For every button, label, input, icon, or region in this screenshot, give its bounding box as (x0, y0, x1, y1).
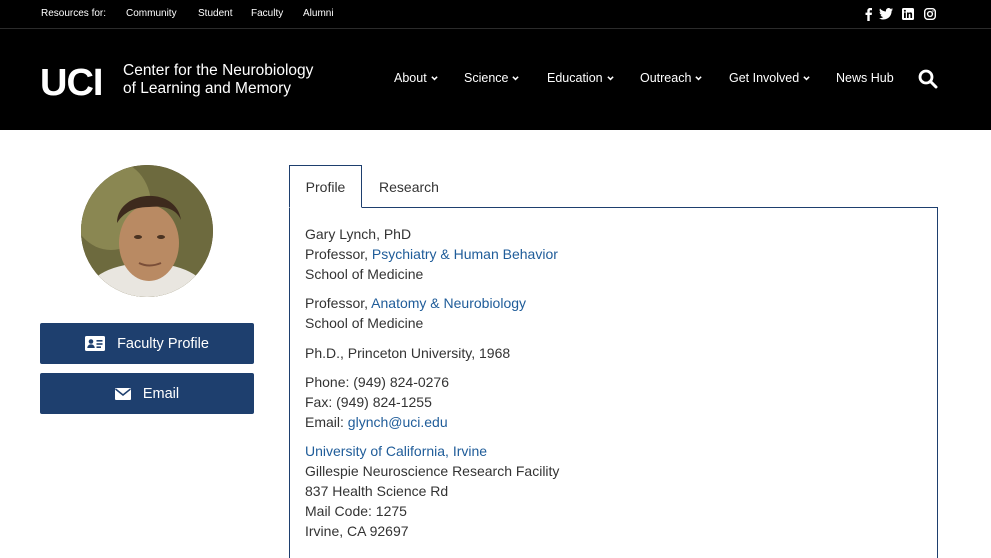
phone: Phone: (949) 824-0276 (305, 374, 449, 390)
faculty-name: Gary Lynch, PhD (305, 226, 412, 242)
site-title-line1: Center for the Neurobiology (123, 62, 314, 79)
facebook-icon[interactable] (861, 7, 875, 21)
envelope-icon (114, 387, 131, 400)
tab-profile[interactable]: Profile (289, 165, 362, 208)
instagram-icon[interactable] (923, 7, 937, 21)
university-line: University of California, Irvine (305, 443, 487, 459)
main-header: UCI Center for the Neurobiology of Learn… (0, 29, 991, 130)
chevron-down-icon (803, 75, 810, 80)
nav-outreach[interactable]: Outreach (640, 71, 703, 85)
email-link[interactable]: glynch@uci.edu (348, 414, 448, 430)
profile-photo (81, 165, 213, 297)
nav-science-label: Science (464, 71, 509, 85)
school-of-medicine-2: School of Medicine (305, 315, 424, 331)
chevron-down-icon (695, 75, 703, 80)
nav-outreach-label: Outreach (640, 71, 692, 85)
nav-about[interactable]: About (394, 71, 438, 85)
community-link[interactable]: Community (126, 8, 177, 19)
nav-get-involved-label: Get Involved (729, 71, 800, 85)
nav-get-involved[interactable]: Get Involved (729, 71, 810, 85)
degree: Ph.D., Princeton University, 1968 (305, 345, 511, 361)
nav-news-hub-label: News Hub (836, 71, 894, 85)
resources-label: Resources for: (41, 8, 107, 19)
id-card-icon (85, 336, 106, 351)
street-address: 837 Health Science Rd (305, 483, 449, 499)
nav-news-hub[interactable]: News Hub (836, 71, 894, 85)
chevron-down-icon (512, 75, 520, 80)
psychiatry-dept-link[interactable]: Psychiatry & Human Behavior (372, 246, 558, 262)
university-link[interactable]: University of California, Irvine (305, 443, 487, 459)
title-prefix: Professor, (305, 246, 372, 262)
tab-research[interactable]: Research (365, 165, 453, 208)
nav-education[interactable]: Education (547, 71, 614, 85)
anatomy-dept-link[interactable]: Anatomy & Neurobiology (371, 295, 526, 311)
avatar (81, 165, 213, 297)
title-psychiatry: Professor, Psychiatry & Human Behavior (305, 246, 558, 262)
title-prefix: Professor, (305, 295, 372, 311)
email-prefix: Email: (305, 414, 348, 430)
faculty-link[interactable]: Faculty (251, 8, 283, 19)
fax: Fax: (949) 824-1255 (305, 394, 432, 410)
faculty-profile-label: Faculty Profile (117, 335, 209, 352)
nav-education-label: Education (547, 71, 603, 85)
facility: Gillespie Neuroscience Research Facility (305, 463, 560, 479)
site-title[interactable]: Center for the Neurobiology of Learning … (123, 62, 313, 98)
email-line: Email: glynch@uci.edu (305, 414, 448, 430)
twitter-icon[interactable] (879, 7, 893, 21)
city-state-zip: Irvine, CA 92697 (305, 523, 409, 539)
email-button[interactable]: Email (40, 373, 254, 414)
school-of-medicine-1: School of Medicine (305, 266, 424, 282)
mail-code: Mail Code: 1275 (305, 503, 407, 519)
site-title-line2: of Learning and Memory (123, 80, 292, 97)
alumni-link[interactable]: Alumni (303, 8, 334, 19)
chevron-down-icon (606, 75, 614, 80)
student-link[interactable]: Student (198, 8, 232, 19)
title-anatomy: Professor, Anatomy & Neurobiology (305, 295, 526, 311)
nav-about-label: About (394, 71, 427, 85)
chevron-down-icon (430, 75, 438, 80)
faculty-profile-button[interactable]: Faculty Profile (40, 323, 254, 364)
email-label: Email (142, 385, 180, 402)
nav-science[interactable]: Science (464, 71, 520, 85)
uci-logo[interactable]: UCI (40, 64, 103, 102)
linkedin-icon[interactable] (901, 7, 915, 21)
utility-bar: Resources for: Community Student Faculty… (0, 0, 991, 29)
search-icon[interactable] (918, 69, 938, 89)
